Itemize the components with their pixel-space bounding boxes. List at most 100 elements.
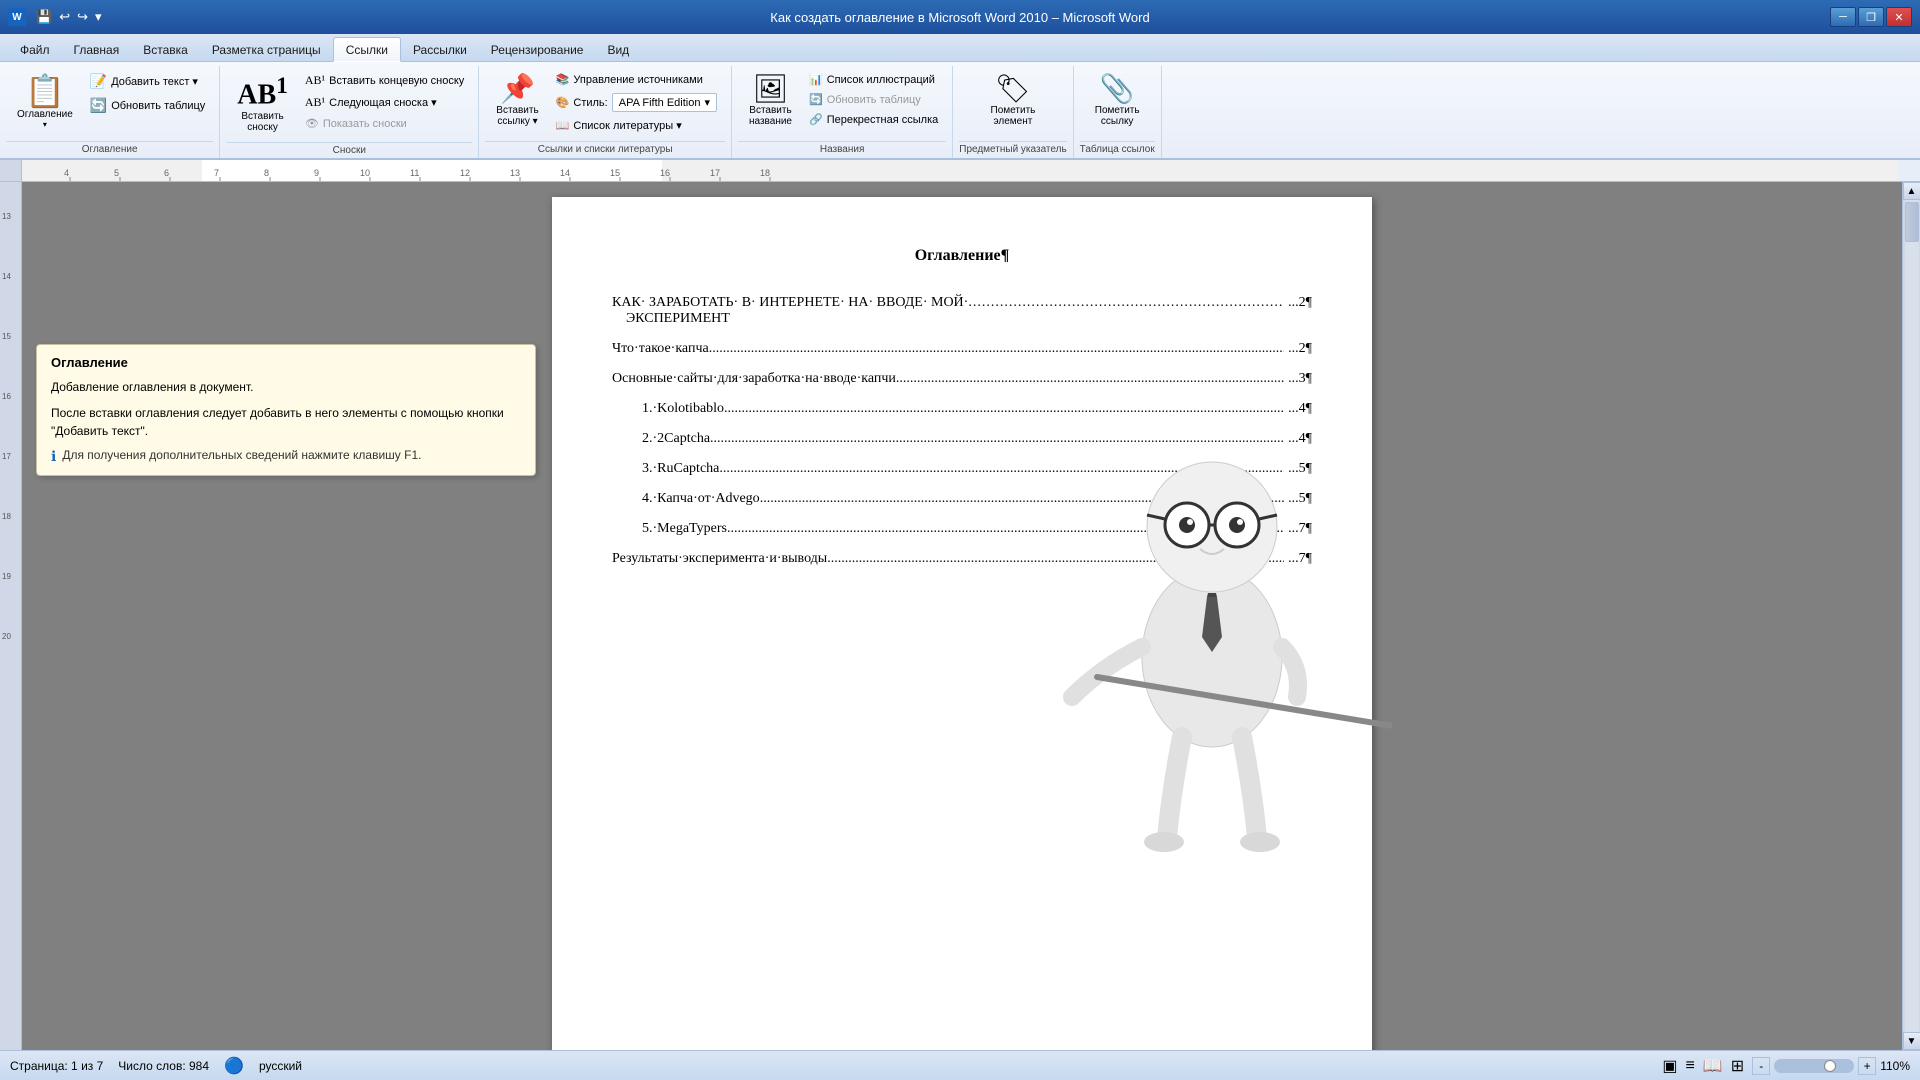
- quick-access-toolbar: 💾 ↩ ↪ ▾: [34, 7, 104, 27]
- zoom-out-button[interactable]: -: [1752, 1057, 1770, 1075]
- index-group-label: Предметный указатель: [959, 141, 1066, 158]
- quickaccess-more-button[interactable]: ▾: [93, 7, 104, 27]
- toc-button[interactable]: 📋 Оглавление ▾: [8, 70, 82, 134]
- view-normal-button[interactable]: ▣: [1662, 1056, 1677, 1076]
- toc-small-buttons: 📝 Добавить текст ▾ 🔄 Обновить таблицу: [84, 70, 212, 117]
- zoom-slider[interactable]: [1774, 1059, 1854, 1073]
- captions-small-buttons: 📊 Список иллюстраций 🔄 Обновить таблицу …: [803, 70, 944, 129]
- zoom-slider-thumb[interactable]: [1824, 1060, 1836, 1072]
- bibliography-icon: 📖: [556, 119, 570, 132]
- scroll-down-button[interactable]: ▼: [1903, 1032, 1920, 1050]
- update-table-label: Обновить таблицу: [111, 100, 205, 112]
- tooltip-popup: Оглавление Добавление оглавления в докум…: [36, 344, 536, 476]
- insert-citation-button[interactable]: 📌 Вставитьссылку ▾: [487, 70, 547, 132]
- tab-view[interactable]: Вид: [595, 38, 641, 61]
- ruler-num-16: 16: [2, 392, 11, 401]
- save-qa-button[interactable]: 💾: [34, 7, 54, 27]
- scroll-up-button[interactable]: ▲: [1903, 182, 1920, 200]
- tooltip-text1: Добавление оглавления в документ.: [51, 378, 521, 396]
- tab-home[interactable]: Главная: [62, 38, 132, 61]
- language-indicator[interactable]: русский: [259, 1059, 302, 1073]
- manage-sources-button[interactable]: 📚 Управление источниками: [550, 70, 723, 89]
- ruler-num-17: 17: [2, 452, 11, 461]
- style-selector[interactable]: 🎨 Стиль: APA Fifth Edition ▾: [550, 90, 723, 115]
- toc-page-0: ...2¶: [1288, 295, 1312, 311]
- restore-button[interactable]: ❐: [1858, 7, 1884, 27]
- figure-svg: [1012, 357, 1392, 857]
- spell-check-icon[interactable]: 🔵: [224, 1056, 244, 1076]
- citations-group-label: Ссылки и списки литературы: [485, 141, 725, 158]
- ribbon-group-citations-content: 📌 Вставитьссылку ▾ 📚 Управление источник…: [485, 66, 725, 139]
- page-info: Страница: 1 из 7: [10, 1059, 103, 1073]
- ribbon-group-citations: 📌 Вставитьссылку ▾ 📚 Управление источник…: [479, 66, 732, 158]
- close-button[interactable]: ✕: [1886, 7, 1912, 27]
- svg-text:7: 7: [214, 168, 219, 178]
- table-of-figures-label: Список иллюстраций: [827, 74, 935, 86]
- tab-review[interactable]: Рецензирование: [479, 38, 596, 61]
- style-dropdown[interactable]: APA Fifth Edition ▾: [612, 93, 717, 112]
- svg-text:9: 9: [314, 168, 319, 178]
- redo-button[interactable]: ↪: [75, 7, 90, 27]
- next-footnote-button[interactable]: AB¹ Следующая сноска ▾: [299, 92, 470, 113]
- ruler-area: 4 5 6 7 8 9 10 11 12 13 14 15 16 17 18: [0, 160, 1920, 182]
- toc-item-0: КАК· ЗАРАБОТАТЬ· В· ИНТЕРНЕТЕ· НА· ВВОДЕ…: [612, 295, 1312, 327]
- tab-file[interactable]: Файл: [8, 38, 62, 61]
- ruler-num-14: 14: [2, 272, 11, 281]
- toc-text-6: 4.·Капча·от·Advego: [642, 491, 760, 507]
- document-page: Оглавление¶ КАК· ЗАРАБОТАТЬ· В· ИНТЕРНЕТ…: [552, 197, 1372, 1050]
- window-title: Как создать оглавление в Microsoft Word …: [770, 10, 1149, 25]
- tab-insert[interactable]: Вставка: [131, 38, 200, 61]
- scroll-thumb[interactable]: [1905, 202, 1919, 242]
- ruler-num-15: 15: [2, 332, 11, 341]
- add-text-button[interactable]: 📝 Добавить текст ▾: [84, 70, 212, 93]
- style-icon: 🎨: [556, 96, 570, 109]
- mark-citation-button[interactable]: 📎 Пометитьссылку: [1086, 70, 1149, 132]
- tab-mailings[interactable]: Рассылки: [401, 38, 479, 61]
- footnote-label: Вставитьсноску: [241, 111, 283, 133]
- undo-button[interactable]: ↩: [57, 7, 72, 27]
- word-icon: W: [8, 8, 26, 26]
- insert-footnote-button[interactable]: AB1 Вставитьсноску: [228, 70, 297, 138]
- vertical-scrollbar[interactable]: ▲ ▼: [1902, 182, 1920, 1050]
- toc-text-8: Результаты·эксперимента·и·выводы: [612, 551, 827, 567]
- cross-reference-button[interactable]: 🔗 Перекрестная ссылка: [803, 110, 944, 129]
- insert-caption-button[interactable]: 🖼 Вставитьназвание: [740, 70, 801, 132]
- minimize-button[interactable]: ─: [1830, 7, 1856, 27]
- toc-item-1: Что·такое·капча ........................…: [612, 341, 1312, 357]
- cross-reference-icon: 🔗: [809, 113, 823, 126]
- horizontal-ruler: 4 5 6 7 8 9 10 11 12 13 14 15 16 17 18: [22, 160, 1898, 181]
- ruler-num-13: 13: [2, 212, 11, 221]
- tab-references[interactable]: Ссылки: [333, 37, 401, 62]
- update-table2-button[interactable]: 🔄 Обновить таблицу: [803, 90, 944, 109]
- mark-entry-button[interactable]: 🏷 Пометитьэлемент: [982, 70, 1045, 132]
- zoom-in-button[interactable]: +: [1858, 1057, 1876, 1075]
- ribbon-group-toc: 📋 Оглавление ▾ 📝 Добавить текст ▾ 🔄 Обно…: [0, 66, 220, 158]
- view-read-button[interactable]: 📖: [1703, 1056, 1723, 1076]
- svg-text:10: 10: [360, 168, 370, 178]
- view-web-button[interactable]: ≡: [1686, 1057, 1695, 1075]
- show-footnotes-button[interactable]: 👁 Показать сноски: [299, 114, 470, 133]
- bibliography-button[interactable]: 📖 Список литературы ▾: [550, 116, 723, 135]
- manage-sources-icon: 📚: [556, 73, 570, 86]
- insert-endnote-button[interactable]: AB¹ Вставить концевую сноску: [299, 70, 470, 91]
- table-of-figures-button[interactable]: 📊 Список иллюстраций: [803, 70, 944, 89]
- toc-group-label: Оглавление: [6, 141, 213, 158]
- footnote-small-buttons: AB¹ Вставить концевую сноску AB¹ Следующ…: [299, 70, 470, 133]
- scroll-track[interactable]: [1905, 200, 1919, 1032]
- ribbon: 📋 Оглавление ▾ 📝 Добавить текст ▾ 🔄 Обно…: [0, 62, 1920, 160]
- svg-text:6: 6: [164, 168, 169, 178]
- svg-text:4: 4: [64, 168, 69, 178]
- ruler-svg: 4 5 6 7 8 9 10 11 12 13 14 15 16 17 18: [22, 160, 1898, 181]
- svg-text:8: 8: [264, 168, 269, 178]
- tooltip-text2: После вставки оглавления следует добавит…: [51, 404, 521, 440]
- view-print-button[interactable]: ⊞: [1731, 1056, 1744, 1076]
- toc-text-3: 1.·Kolotibablo: [642, 401, 724, 417]
- status-bar: Страница: 1 из 7 Число слов: 984 🔵 русск…: [0, 1050, 1920, 1080]
- tab-layout[interactable]: Разметка страницы: [200, 38, 333, 61]
- svg-text:18: 18: [760, 168, 770, 178]
- update-table-button[interactable]: 🔄 Обновить таблицу: [84, 94, 212, 117]
- style-dropdown-arrow: ▾: [704, 96, 710, 109]
- toc-text-1: Что·такое·капча: [612, 341, 709, 357]
- tooltip-hint-text: Для получения дополнительных сведений на…: [62, 448, 421, 462]
- mark-citation-label: Пометитьссылку: [1095, 105, 1140, 127]
